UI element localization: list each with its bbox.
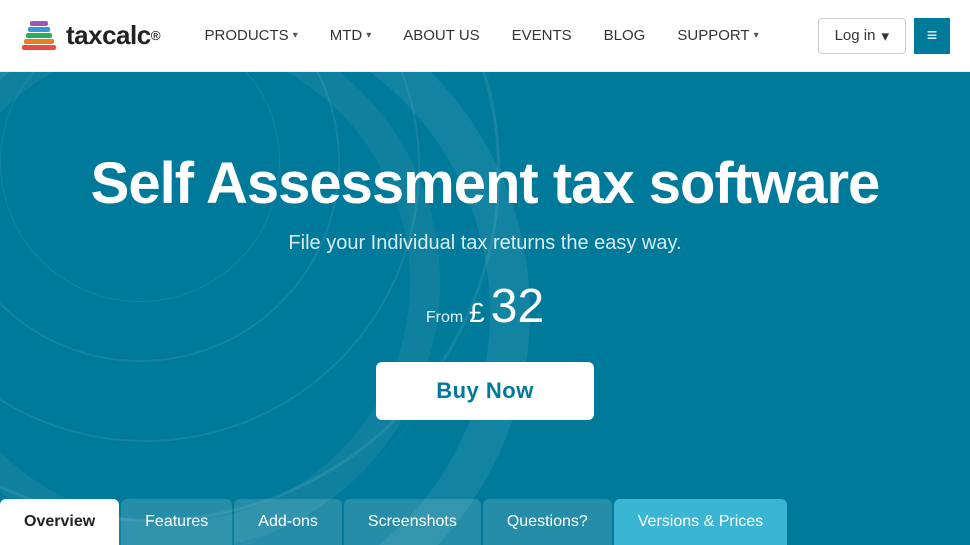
hero-subtitle: File your Individual tax returns the eas… xyxy=(91,232,880,255)
nav-right: Log in ▾ ≡ xyxy=(818,18,950,54)
support-chevron-icon: ▾ xyxy=(754,30,759,41)
hero-section: Self Assessment tax software File your I… xyxy=(0,72,970,545)
nav-item-about[interactable]: ABOUT US xyxy=(389,19,493,52)
login-button[interactable]: Log in ▾ xyxy=(818,18,906,54)
nav-item-support[interactable]: SUPPORT ▾ xyxy=(663,19,772,52)
nav-item-products[interactable]: PRODUCTS ▾ xyxy=(191,19,312,52)
products-chevron-icon: ▾ xyxy=(293,30,298,41)
logo-sup: ® xyxy=(151,28,161,43)
mtd-chevron-icon: ▾ xyxy=(366,30,371,41)
nav-links: PRODUCTS ▾ MTD ▾ ABOUT US EVENTS BLOG SU… xyxy=(191,19,818,52)
hero-price-from: From xyxy=(426,309,463,327)
hero-price: From £ 32 xyxy=(91,279,880,334)
tab-screenshots[interactable]: Screenshots xyxy=(344,499,481,545)
tab-questions[interactable]: Questions? xyxy=(483,499,612,545)
tab-features[interactable]: Features xyxy=(121,499,232,545)
nav-extra-button[interactable]: ≡ xyxy=(914,18,950,54)
tab-addons[interactable]: Add-ons xyxy=(234,499,342,545)
login-chevron-icon: ▾ xyxy=(881,27,889,45)
tab-overview[interactable]: Overview xyxy=(0,499,119,545)
tab-versions-prices[interactable]: Versions & Prices xyxy=(614,499,787,545)
hero-price-currency: £ xyxy=(469,297,485,329)
nav-item-blog[interactable]: BLOG xyxy=(590,19,660,52)
nav-item-mtd[interactable]: MTD ▾ xyxy=(316,19,386,52)
hero-price-amount: 32 xyxy=(491,279,544,334)
taxcalc-logo-icon xyxy=(20,17,58,55)
buy-now-button[interactable]: Buy Now xyxy=(376,362,594,420)
nav-extra-icon: ≡ xyxy=(927,25,938,46)
logo-text: taxcalc xyxy=(66,20,151,51)
tabs-bar: Overview Features Add-ons Screenshots Qu… xyxy=(0,499,970,545)
hero-content: Self Assessment tax software File your I… xyxy=(91,72,880,420)
login-label: Log in xyxy=(835,27,876,44)
nav-item-events[interactable]: EVENTS xyxy=(498,19,586,52)
logo[interactable]: taxcalc® xyxy=(20,17,161,55)
navbar: taxcalc® PRODUCTS ▾ MTD ▾ ABOUT US EVENT… xyxy=(0,0,970,72)
hero-title: Self Assessment tax software xyxy=(91,152,880,216)
